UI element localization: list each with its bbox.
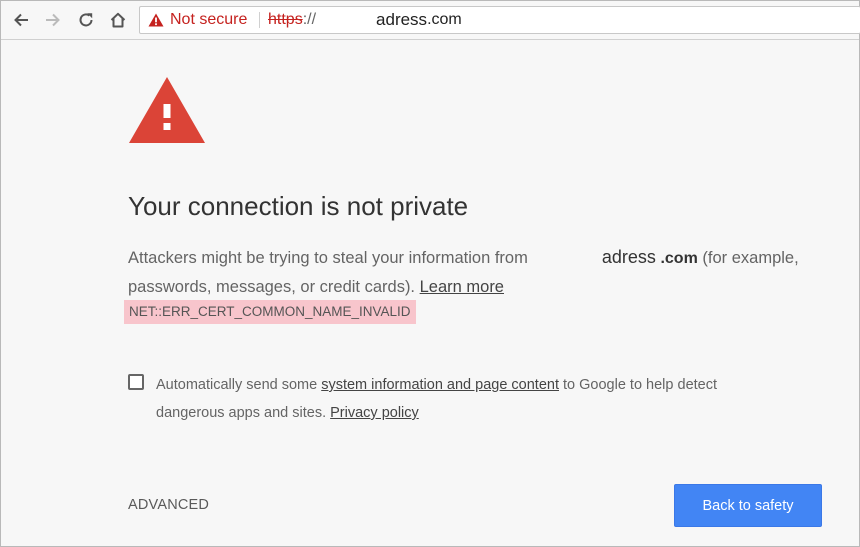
- privacy-policy-link[interactable]: Privacy policy: [330, 405, 419, 421]
- description-part1: Attackers might be trying to steal your …: [128, 249, 528, 267]
- description-text: Attackers might be trying to steal your …: [128, 243, 818, 301]
- omnibox-divider: [259, 12, 260, 28]
- error-code: NET::ERR_CERT_COMMON_NAME_INVALID: [124, 300, 416, 324]
- home-button[interactable]: [106, 8, 130, 32]
- arrow-left-icon: [14, 13, 28, 27]
- url-scheme: https: [268, 11, 303, 28]
- browser-toolbar: Not secure https:// adress .com: [1, 1, 860, 40]
- home-icon: [110, 12, 126, 28]
- url-separator: ://: [302, 11, 317, 28]
- description-tld: .com: [660, 250, 698, 267]
- description-host: adress: [601, 247, 656, 267]
- forward-button[interactable]: [41, 8, 65, 32]
- security-indicator[interactable]: Not secure: [148, 7, 247, 33]
- optin-text-part1: Automatically send some: [156, 377, 322, 393]
- system-info-link[interactable]: system information and page content: [321, 377, 559, 393]
- back-to-safety-button[interactable]: Back to safety: [674, 484, 822, 527]
- learn-more-link[interactable]: Learn more: [420, 278, 504, 296]
- arrow-right-icon: [46, 13, 60, 27]
- warning-triangle-icon: [129, 77, 205, 143]
- url-host: adress: [376, 10, 428, 29]
- url-text[interactable]: https:// adress .com: [268, 7, 462, 33]
- advanced-button[interactable]: ADVANCED: [128, 497, 209, 513]
- warning-icon: [148, 13, 164, 27]
- security-status-label: Not secure: [170, 11, 248, 28]
- back-button[interactable]: [9, 8, 33, 32]
- reload-icon: [79, 13, 93, 27]
- extended-reporting-checkbox[interactable]: [128, 374, 144, 390]
- address-bar[interactable]: Not secure https:// adress .com: [139, 6, 860, 34]
- url-tld: .com: [427, 11, 462, 28]
- reload-button[interactable]: [74, 8, 98, 32]
- page-title: Your connection is not private: [128, 191, 469, 221]
- optin-text: Automatically send some system informati…: [156, 371, 776, 427]
